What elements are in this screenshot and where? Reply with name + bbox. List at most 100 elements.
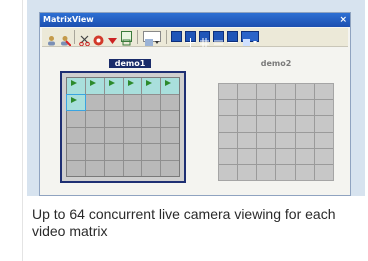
camera-cell-live-selected[interactable]: [66, 93, 86, 111]
toolbar: [42, 28, 348, 47]
camera-cell[interactable]: [67, 160, 85, 176]
camera-cell[interactable]: [219, 148, 238, 164]
camera-cell[interactable]: [276, 100, 295, 116]
camera-cell[interactable]: [238, 116, 257, 132]
camera-cell-live[interactable]: [85, 78, 104, 94]
camera-cell[interactable]: [104, 160, 123, 176]
camera-cell[interactable]: [295, 132, 314, 148]
camera-cell[interactable]: [67, 127, 85, 143]
camera-cell[interactable]: [219, 100, 238, 116]
matrix-name: demo1: [108, 59, 152, 68]
camera-cell[interactable]: [295, 164, 314, 180]
camera-cell[interactable]: [295, 116, 314, 132]
camera-cell[interactable]: [104, 111, 123, 127]
camera-cell[interactable]: [257, 164, 276, 180]
camera-cell[interactable]: [238, 100, 257, 116]
window-title: MatrixView: [43, 15, 94, 24]
camera-cell[interactable]: [161, 94, 179, 110]
matrix-label-demo1[interactable]: demo1: [90, 59, 170, 68]
record-icon[interactable]: [93, 31, 104, 46]
camera-cell-live[interactable]: [142, 78, 161, 94]
camera-cell[interactable]: [295, 84, 314, 100]
camera-cell[interactable]: [257, 100, 276, 116]
camera-cell[interactable]: [85, 144, 104, 160]
video-matrix-demo2[interactable]: [218, 83, 334, 181]
toolbar-separator: [166, 30, 167, 44]
camera-cell[interactable]: [142, 127, 161, 143]
camera-cell[interactable]: [219, 132, 238, 148]
camera-cell[interactable]: [276, 84, 295, 100]
layout-dropdown-icon[interactable]: [143, 31, 161, 46]
video-matrix-demo1[interactable]: [60, 71, 186, 183]
camera-cell[interactable]: [314, 84, 333, 100]
camera-cell[interactable]: [314, 100, 333, 116]
camera-cell[interactable]: [104, 94, 123, 110]
user-remove-icon[interactable]: [60, 31, 72, 47]
camera-cell[interactable]: [85, 111, 104, 127]
camera-cell[interactable]: [123, 144, 142, 160]
camera-cell[interactable]: [314, 148, 333, 164]
camera-cell[interactable]: [238, 164, 257, 180]
layout-4-icon[interactable]: [185, 31, 196, 47]
camera-cell[interactable]: [257, 132, 276, 148]
camera-cell[interactable]: [276, 132, 295, 148]
camera-cell[interactable]: [161, 111, 179, 127]
camera-cell[interactable]: [257, 148, 276, 164]
camera-cell[interactable]: [104, 144, 123, 160]
camera-cell[interactable]: [85, 94, 104, 110]
camera-cell[interactable]: [142, 160, 161, 176]
camera-cell[interactable]: [85, 160, 104, 176]
down-arrow-icon[interactable]: [107, 31, 118, 44]
camera-cell[interactable]: [142, 94, 161, 110]
camera-cell[interactable]: [123, 127, 142, 143]
camera-cell-live[interactable]: [123, 78, 142, 94]
cut-icon[interactable]: [79, 31, 90, 47]
camera-cell[interactable]: [67, 144, 85, 160]
settings-dropdown-icon[interactable]: [241, 31, 259, 46]
camera-cell[interactable]: [123, 94, 142, 110]
camera-cell-live[interactable]: [161, 78, 179, 94]
toolbar-separator: [74, 30, 75, 44]
feature-card: MatrixView × demo1 demo2 Up to 64 concur…: [22, 0, 368, 261]
camera-cell[interactable]: [161, 127, 179, 143]
camera-cell[interactable]: [314, 132, 333, 148]
matrix-label-demo2[interactable]: demo2: [236, 59, 316, 68]
window-titlebar[interactable]: MatrixView ×: [40, 13, 350, 27]
camera-cell[interactable]: [104, 127, 123, 143]
camera-cell[interactable]: [219, 84, 238, 100]
camera-cell[interactable]: [238, 132, 257, 148]
camera-cell[interactable]: [295, 148, 314, 164]
camera-cell[interactable]: [276, 116, 295, 132]
camera-cell[interactable]: [314, 164, 333, 180]
camera-cell-live[interactable]: [104, 78, 123, 94]
camera-cell[interactable]: [67, 111, 85, 127]
close-icon[interactable]: ×: [339, 13, 347, 27]
camera-cell[interactable]: [276, 148, 295, 164]
layout-9-icon[interactable]: [199, 31, 210, 47]
camera-cell[interactable]: [142, 111, 161, 127]
snapshot-icon[interactable]: [121, 31, 132, 46]
camera-cell[interactable]: [257, 116, 276, 132]
camera-cell[interactable]: [295, 100, 314, 116]
camera-cell[interactable]: [123, 160, 142, 176]
camera-cell[interactable]: [238, 148, 257, 164]
camera-cell[interactable]: [142, 144, 161, 160]
feature-caption: Up to 64 concurrent live camera viewing …: [32, 206, 336, 239]
camera-cell[interactable]: [219, 116, 238, 132]
camera-cell[interactable]: [161, 144, 179, 160]
camera-cell[interactable]: [123, 111, 142, 127]
camera-cell[interactable]: [276, 164, 295, 180]
camera-grid-demo2: [219, 84, 333, 180]
camera-cell[interactable]: [314, 116, 333, 132]
user-icon[interactable]: [46, 31, 57, 46]
camera-cell[interactable]: [219, 164, 238, 180]
camera-cell[interactable]: [257, 84, 276, 100]
layout-1-icon[interactable]: [171, 31, 182, 42]
matrixview-window: MatrixView × demo1 demo2: [39, 12, 351, 196]
layout-36-icon[interactable]: [227, 31, 238, 43]
layout-16-icon[interactable]: [213, 31, 224, 45]
camera-cell[interactable]: [85, 127, 104, 143]
camera-cell[interactable]: [161, 160, 179, 176]
camera-cell-live[interactable]: [67, 78, 85, 94]
camera-cell[interactable]: [238, 84, 257, 100]
